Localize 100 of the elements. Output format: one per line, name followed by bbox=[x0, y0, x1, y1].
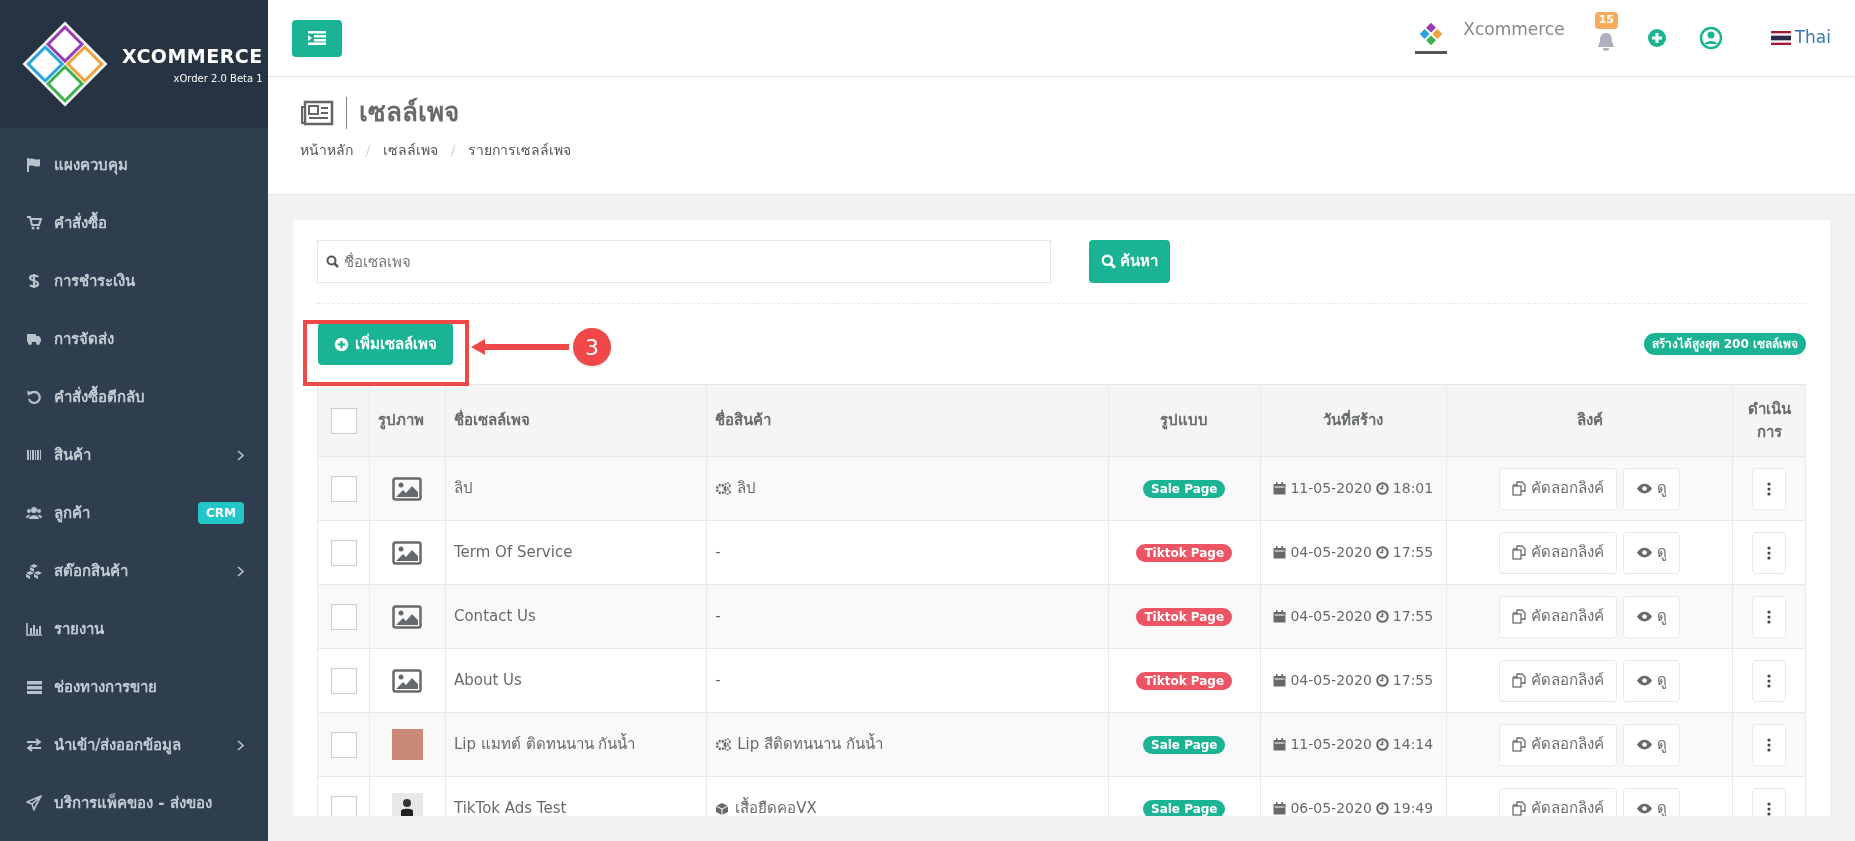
sidebar-item[interactable]: ลูกค้า CRM bbox=[0, 484, 268, 542]
page-type-badge: Tiktok Page bbox=[1136, 608, 1233, 627]
created-time: 17:55 bbox=[1392, 671, 1434, 690]
copy-icon bbox=[1512, 481, 1527, 496]
calendar-icon bbox=[1273, 738, 1287, 751]
sidebar-item[interactable]: การชำระเงิน bbox=[0, 252, 268, 310]
breadcrumb-link[interactable]: เซลล์เพจ bbox=[383, 140, 438, 161]
sidebar-item[interactable]: แผงควบคุม bbox=[0, 136, 268, 194]
created-date: 06-05-2020 bbox=[1290, 799, 1372, 816]
sidebar-item[interactable]: รายงาน bbox=[0, 600, 268, 658]
page-type-badge: Sale Page bbox=[1143, 800, 1226, 816]
more-vertical-icon bbox=[1767, 481, 1772, 496]
paper-plane-icon bbox=[26, 795, 42, 811]
more-vertical-icon bbox=[1767, 737, 1772, 752]
breadcrumb-link[interactable]: หน้าหลัก bbox=[300, 140, 353, 161]
clock-icon bbox=[1375, 546, 1389, 559]
actions-menu-button[interactable] bbox=[1752, 659, 1787, 702]
sidebar-item[interactable]: สต๊อกสินค้า bbox=[0, 542, 268, 600]
eye-icon bbox=[1636, 611, 1653, 622]
page-name: About Us bbox=[453, 671, 522, 690]
search-field[interactable]: ชื่อเซลเพจ bbox=[317, 240, 1051, 283]
view-button[interactable]: ดู bbox=[1623, 531, 1680, 574]
checkbox[interactable] bbox=[330, 795, 357, 816]
checkbox[interactable] bbox=[330, 475, 357, 502]
column-header: ชื่อสินค้า bbox=[715, 411, 772, 430]
page-type-badge: Sale Page bbox=[1143, 480, 1226, 499]
language-selector[interactable]: Thai bbox=[1770, 25, 1831, 51]
swap-arrows-icon bbox=[26, 737, 42, 753]
view-button[interactable]: ดู bbox=[1623, 723, 1680, 766]
page-type-badge: Tiktok Page bbox=[1136, 672, 1233, 691]
plus-circle-icon bbox=[334, 336, 349, 352]
menu-toggle-button[interactable] bbox=[292, 19, 342, 57]
created-time: 17:55 bbox=[1392, 543, 1434, 562]
product-name: Lip สีติดทนนาน กันน้ำ bbox=[737, 733, 883, 756]
crm-badge: CRM bbox=[198, 502, 244, 524]
copy-icon bbox=[1512, 801, 1527, 816]
newspaper-icon bbox=[300, 99, 334, 126]
created-time: 18:01 bbox=[1392, 479, 1434, 498]
column-header: รูปแบบ bbox=[1160, 411, 1209, 430]
sidebar-item[interactable]: ช่องทางการขาย bbox=[0, 658, 268, 716]
checkbox[interactable] bbox=[330, 539, 357, 566]
product-name: - bbox=[715, 542, 721, 564]
page-type-badge: Sale Page bbox=[1143, 736, 1226, 755]
breadcrumb-link[interactable]: รายการเซลล์เพจ bbox=[468, 140, 571, 161]
product-photo bbox=[392, 729, 423, 760]
eye-icon bbox=[1636, 483, 1653, 494]
created-time: 14:14 bbox=[1392, 735, 1434, 754]
flag-icon bbox=[26, 157, 42, 173]
copy-link-button[interactable]: คัดลอกลิงค์ bbox=[1499, 723, 1617, 766]
barcode-icon bbox=[26, 447, 42, 463]
page-name: Term Of Service bbox=[453, 543, 573, 562]
calendar-icon bbox=[1273, 610, 1287, 623]
checkbox[interactable] bbox=[330, 667, 357, 694]
sidebar-item[interactable]: นำเข้า/ส่งออกข้อมูล bbox=[0, 716, 268, 774]
product-photo bbox=[392, 793, 423, 816]
copy-link-button[interactable]: คัดลอกลิงค์ bbox=[1499, 787, 1617, 816]
sidebar-item[interactable]: สินค้า bbox=[0, 426, 268, 484]
add-circle-icon[interactable] bbox=[1646, 28, 1667, 48]
sidebar-item[interactable]: คำสั่งซื้อตีกลับ bbox=[0, 368, 268, 426]
created-date: 11-05-2020 bbox=[1290, 735, 1372, 754]
actions-menu-button[interactable] bbox=[1752, 531, 1787, 574]
undo-icon bbox=[26, 389, 42, 405]
calendar-icon bbox=[1273, 674, 1287, 687]
product-name: เสื้อยืดคอVX bbox=[735, 797, 817, 816]
copy-link-button[interactable]: คัดลอกลิงค์ bbox=[1499, 467, 1617, 510]
notification-count: 15 bbox=[1594, 12, 1618, 29]
actions-menu-button[interactable] bbox=[1752, 467, 1787, 510]
menu-icon bbox=[308, 31, 326, 45]
copy-icon bbox=[1512, 673, 1527, 688]
page-name: ลิป bbox=[453, 479, 473, 498]
copy-icon bbox=[1512, 609, 1527, 624]
copy-link-button[interactable]: คัดลอกลิงค์ bbox=[1499, 531, 1617, 574]
sidebar-item[interactable]: การจัดส่ง bbox=[0, 310, 268, 368]
product-name: - bbox=[715, 606, 721, 628]
user-icon[interactable] bbox=[1698, 26, 1723, 50]
image-placeholder-icon bbox=[392, 476, 423, 501]
notification-bell-icon[interactable] bbox=[1596, 32, 1615, 52]
created-date: 11-05-2020 bbox=[1290, 479, 1372, 498]
eye-icon bbox=[1636, 739, 1653, 750]
dollar-icon bbox=[26, 273, 42, 289]
copy-link-button[interactable]: คัดลอกลิงค์ bbox=[1499, 659, 1617, 702]
image-placeholder-icon bbox=[392, 604, 423, 629]
actions-menu-button[interactable] bbox=[1752, 787, 1787, 816]
actions-menu-button[interactable] bbox=[1752, 595, 1787, 638]
sidebar-item[interactable]: คำสั่งซื้อ bbox=[0, 194, 268, 252]
checkbox[interactable] bbox=[330, 603, 357, 630]
sidebar-item[interactable]: บริการแพ็คของ - ส่งของ bbox=[0, 774, 268, 832]
bar-chart-icon bbox=[26, 621, 42, 637]
checkbox[interactable] bbox=[330, 407, 357, 434]
created-time: 17:55 bbox=[1392, 607, 1434, 626]
view-button[interactable]: ดู bbox=[1623, 467, 1680, 510]
actions-menu-button[interactable] bbox=[1752, 723, 1787, 766]
cart-icon bbox=[26, 215, 42, 231]
search-icon bbox=[326, 255, 339, 268]
view-button[interactable]: ดู bbox=[1623, 595, 1680, 638]
checkbox[interactable] bbox=[330, 731, 357, 758]
more-vertical-icon bbox=[1767, 673, 1772, 688]
clock-icon bbox=[1375, 610, 1389, 623]
view-button[interactable]: ดู bbox=[1623, 659, 1680, 702]
copy-link-button[interactable]: คัดลอกลิงค์ bbox=[1499, 595, 1617, 638]
